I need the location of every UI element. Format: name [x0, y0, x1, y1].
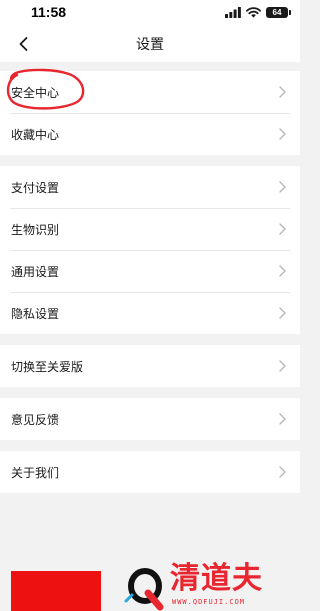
- menu-item-switch-care-version[interactable]: 切换至关爱版: [0, 345, 300, 387]
- settings-group-general: 支付设置 生物识别 通用设置 隐私设置: [0, 166, 300, 334]
- menu-item-label: 生物识别: [11, 222, 60, 237]
- chevron-right-icon: [279, 181, 286, 193]
- menu-item-about-us[interactable]: 关于我们: [0, 451, 300, 493]
- menu-item-feedback[interactable]: 意见反馈: [0, 398, 300, 440]
- wifi-icon: [246, 6, 261, 18]
- nav-bar: 设置: [0, 26, 300, 62]
- red-banner-block: [11, 571, 101, 611]
- menu-item-general-settings[interactable]: 通用设置: [0, 250, 300, 292]
- chevron-right-icon: [279, 265, 286, 277]
- chevron-right-icon: [279, 360, 286, 372]
- chevron-right-icon: [279, 128, 286, 140]
- chevron-right-icon: [279, 307, 286, 319]
- status-bar: 11:58 64: [0, 0, 300, 26]
- menu-item-privacy-settings[interactable]: 隐私设置: [0, 292, 300, 334]
- status-time: 11:58: [31, 4, 67, 20]
- chevron-right-icon: [279, 466, 286, 478]
- menu-item-label: 意见反馈: [11, 412, 60, 427]
- menu-item-payment-settings[interactable]: 支付设置: [0, 166, 300, 208]
- settings-group-account: 安全中心 收藏中心: [0, 71, 300, 155]
- cellular-signal-icon: [225, 6, 241, 18]
- menu-item-label: 关于我们: [11, 465, 60, 480]
- chevron-right-icon: [279, 413, 286, 425]
- q-logo-icon: [124, 568, 164, 611]
- menu-item-favorites-center[interactable]: 收藏中心: [0, 113, 300, 155]
- menu-item-security-center[interactable]: 安全中心: [0, 71, 300, 113]
- menu-item-label: 通用设置: [11, 264, 60, 279]
- settings-group-feedback: 意见反馈: [0, 398, 300, 440]
- settings-group-care-mode: 切换至关爱版: [0, 345, 300, 387]
- page-title: 设置: [136, 37, 164, 53]
- watermark-url: WWW.QDFUJI.COM: [172, 598, 246, 606]
- status-icons: 64: [225, 5, 291, 19]
- chevron-right-icon: [279, 86, 286, 98]
- menu-item-label: 切换至关爱版: [11, 359, 84, 374]
- battery-icon: 64: [266, 6, 291, 18]
- menu-item-label: 支付设置: [11, 180, 60, 195]
- settings-group-about: 关于我们: [0, 451, 300, 493]
- watermark-brand-name: 清道夫: [170, 561, 263, 596]
- menu-item-label: 安全中心: [11, 85, 60, 100]
- chevron-right-icon: [279, 223, 286, 235]
- menu-item-label: 隐私设置: [11, 306, 60, 321]
- menu-item-label: 收藏中心: [11, 127, 60, 142]
- menu-item-biometrics[interactable]: 生物识别: [0, 208, 300, 250]
